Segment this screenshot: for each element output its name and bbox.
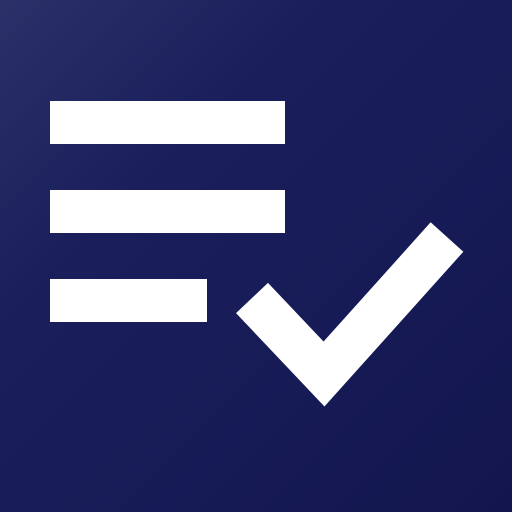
list-line-bottom [50, 279, 207, 322]
checklist-icon [50, 101, 464, 407]
list-line-middle [50, 190, 285, 233]
checkmark [236, 222, 464, 407]
list-line-top [50, 101, 285, 144]
app-icon[interactable] [0, 0, 512, 512]
